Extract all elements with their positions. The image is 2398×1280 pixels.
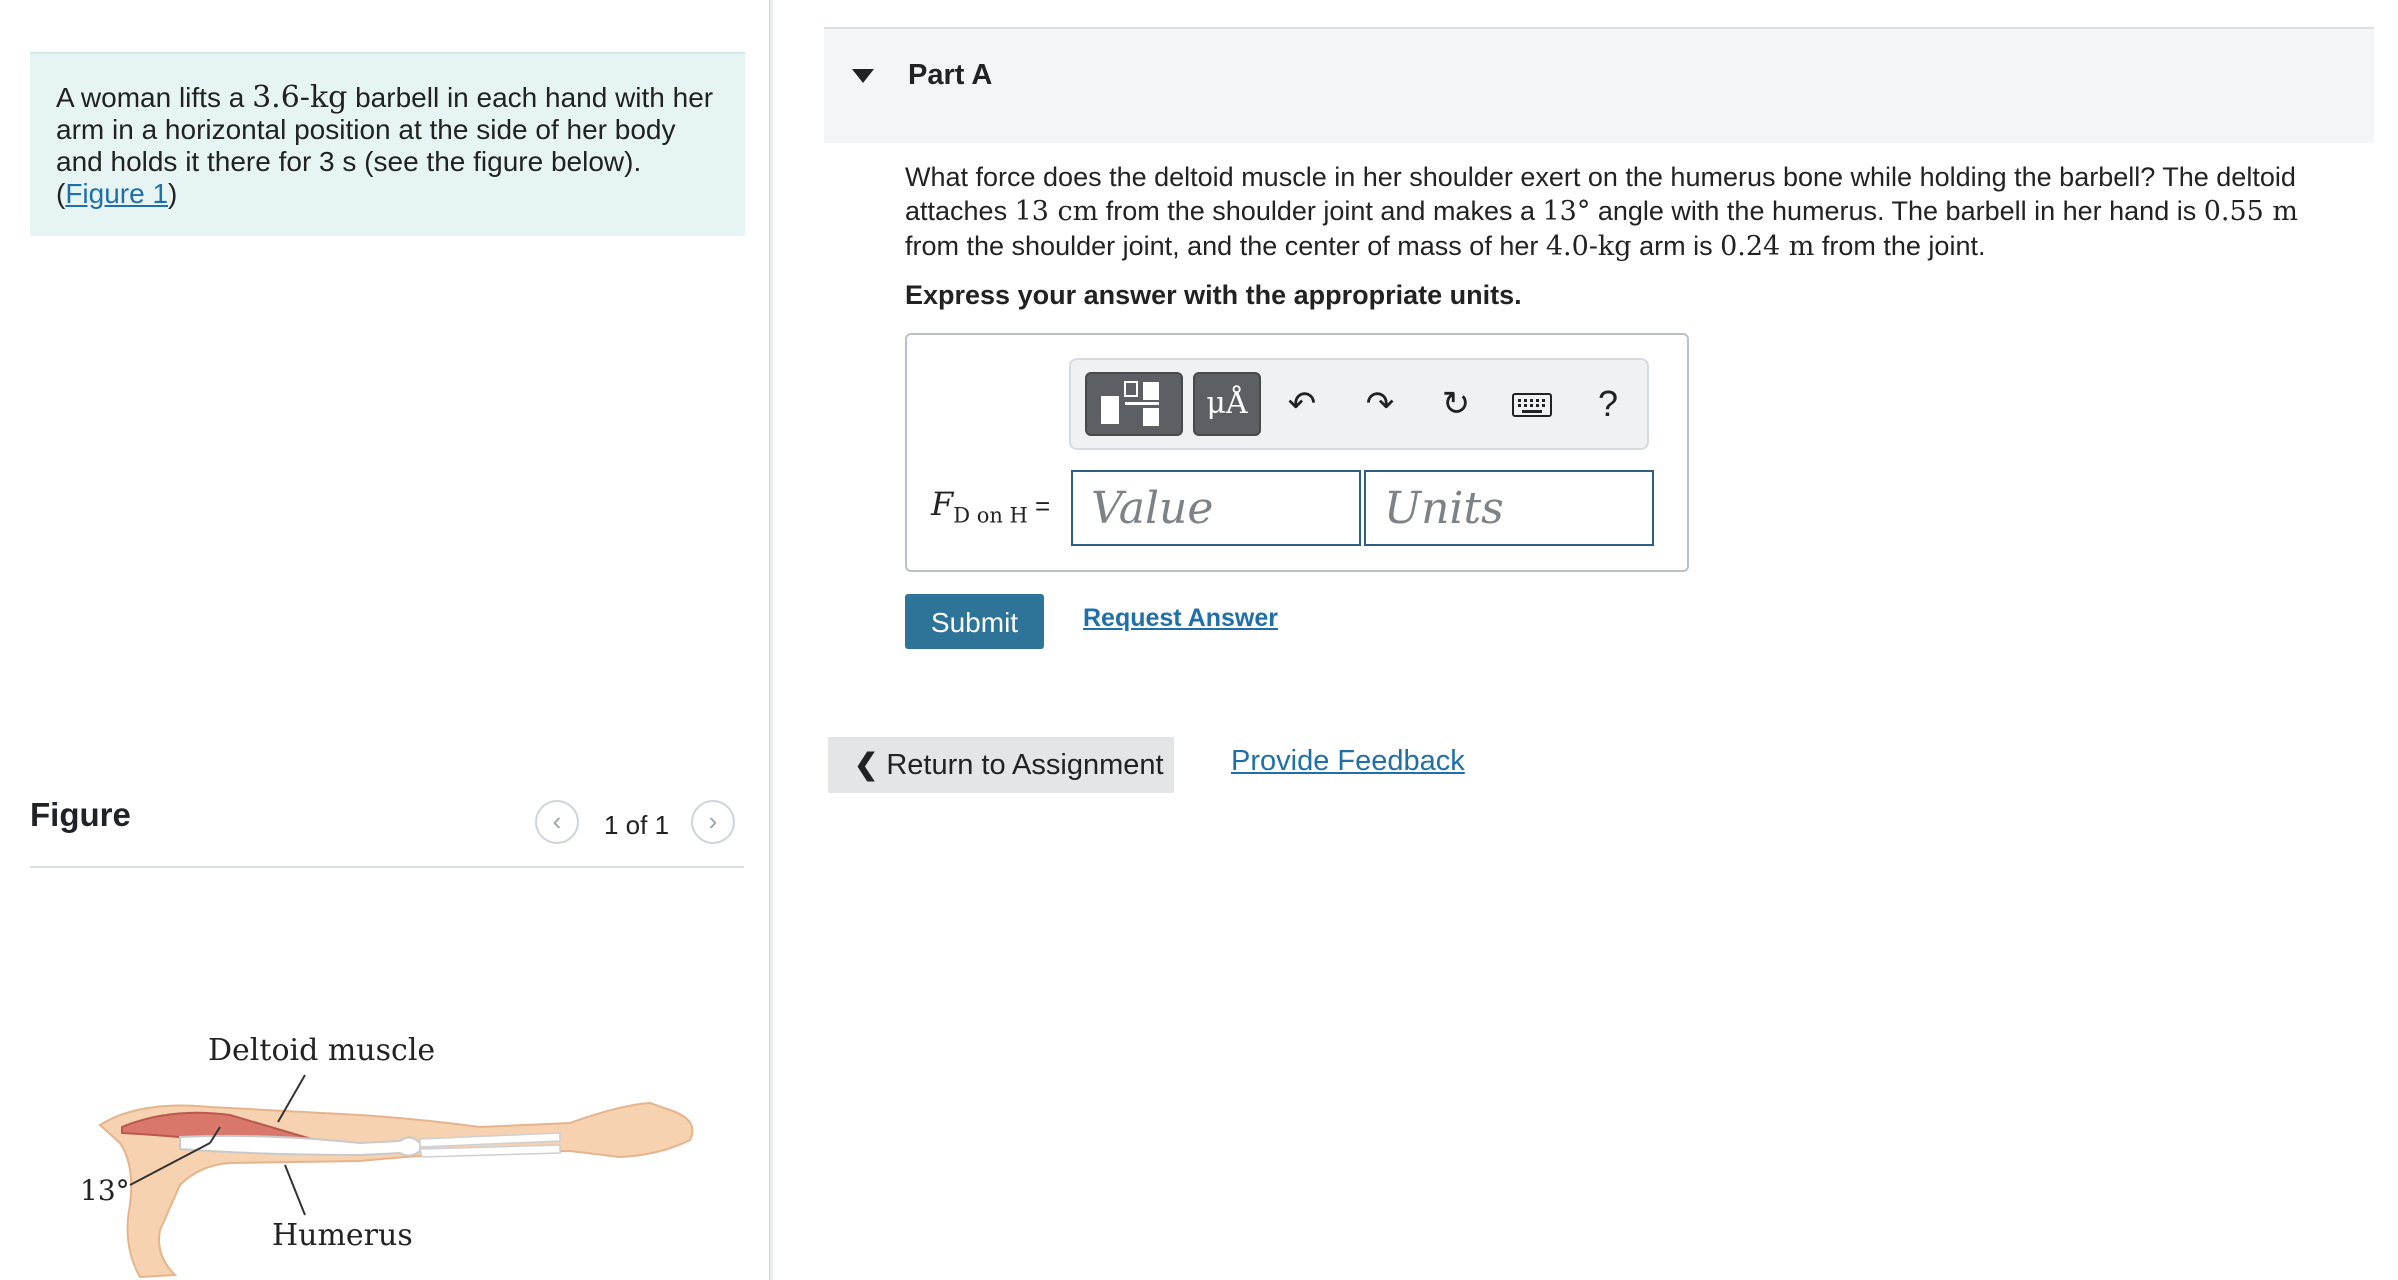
undo-icon[interactable]: ↶ [1273,372,1331,436]
question-part-6: from the joint. [1814,231,1986,261]
question-part-5: arm is [1631,231,1721,261]
variable-subscript: D on H [953,503,1028,528]
chevron-right-icon: › [708,806,718,836]
keyboard-glyph [1512,393,1552,417]
angle-label: 13° [80,1174,130,1207]
question-distance-2: 0.55 m [2203,196,2299,227]
question-part-3: angle with the humerus. The barbell in h… [1590,196,2204,226]
instruction-text: Express your answer with the appropriate… [905,280,1522,310]
part-a-header[interactable]: Part A [824,29,2374,143]
help-button[interactable]: ? [1579,372,1637,436]
equals-sign: = [1035,491,1051,521]
answer-variable-label: FD on H [931,485,1028,527]
question-distance-3: 0.24 m [1720,231,1815,262]
redo-icon[interactable]: ↷ [1351,372,1409,436]
problem-text-1: A woman lifts a [56,82,253,113]
previous-figure-button[interactable]: ‹ [535,800,579,844]
return-to-assignment-button[interactable]: ❮ Return to Assignment [828,737,1174,793]
arm-figure: Deltoid muscle 13° Humerus [80,1033,694,1279]
keyboard-icon[interactable] [1503,372,1561,436]
figure-header: Figure ‹ 1 of 1 › [30,790,744,868]
panel-divider[interactable] [769,0,773,1280]
request-answer-link[interactable]: Request Answer [1083,604,1278,633]
question-distance-1: 13 cm [1014,196,1099,227]
question-mass: 4.0-kg [1545,231,1632,262]
figure-title: Figure [30,796,131,833]
figure-link[interactable]: Figure 1 [65,178,168,209]
math-toolbar: μÅ ↶ ↷ ↻ ? [1069,358,1649,450]
problem-text-3: (see the figure below). [356,146,642,177]
chevron-left-icon: ❮ [854,749,879,781]
reset-icon[interactable]: ↻ [1427,372,1485,436]
variable-main: F [931,485,954,523]
caret-down-icon [852,69,874,83]
submit-button[interactable]: Submit [905,594,1044,649]
question-part-2: from the shoulder joint and makes a [1098,196,1543,226]
templates-button[interactable] [1085,372,1183,436]
question-angle: 13° [1542,196,1591,227]
units-button[interactable]: μÅ [1193,372,1261,436]
deltoid-label: Deltoid muscle [208,1033,435,1068]
figure-counter: 1 of 1 [604,810,670,840]
chevron-left-icon: ‹ [552,806,562,836]
figure-link-close: ) [168,178,178,209]
next-figure-button[interactable]: › [691,800,735,844]
problem-mass: 3.6-kg [252,80,348,115]
problem-time: 3 s [319,146,357,177]
part-title: Part A [908,59,993,91]
problem-statement: A woman lifts a 3.6-kg barbell in each h… [30,52,745,236]
return-label: Return to Assignment [886,749,1164,781]
templates-icon [1101,381,1159,426]
question-part-4: from the shoulder joint, and the center … [905,231,1546,261]
question-text: What force does the deltoid muscle in he… [905,160,2355,264]
left-panel: A woman lifts a 3.6-kg barbell in each h… [0,0,770,1280]
value-input[interactable] [1071,470,1361,546]
provide-feedback-link[interactable]: Provide Feedback [1231,745,1465,778]
humerus-pointer-line [284,1164,306,1216]
answer-box: μÅ ↶ ↷ ↻ ? FD on H = [905,333,1689,572]
units-input[interactable] [1364,470,1654,546]
humerus-label: Humerus [272,1218,413,1253]
figure-link-open: ( [56,178,66,209]
